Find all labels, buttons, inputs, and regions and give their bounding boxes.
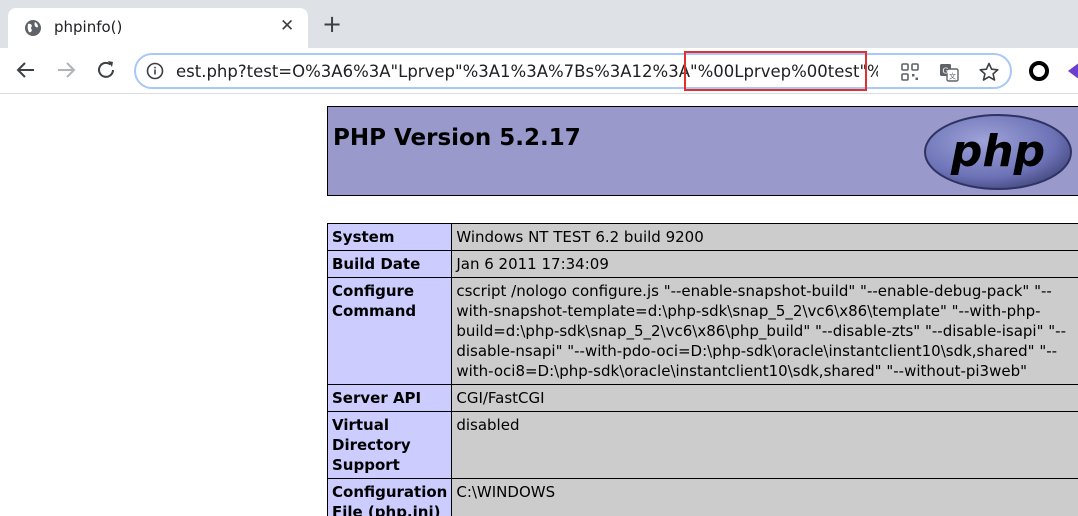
table-row: Build Date Jan 6 2011 17:34:09 [326, 250, 1078, 278]
back-arrow-icon[interactable] [14, 58, 38, 82]
row-value: CGI/FastCGI [456, 389, 545, 407]
table-row: Configuration File (php.ini) C:\WINDOWS [326, 478, 1078, 516]
row-key: Virtual Directory Support [326, 411, 453, 479]
table-row: Server API CGI/FastCGI [326, 384, 1078, 412]
address-bar[interactable]: est.php?test=O%3A6%3A"Lprvep"%3A1%3A%7Bs… [134, 53, 1012, 89]
url-highlight-box [684, 51, 867, 91]
page-content: PHP Version 5.2.17 php System Windows NT … [0, 95, 1078, 516]
row-value-cell: disabled [451, 411, 1078, 479]
row-value: disabled [456, 416, 520, 434]
row-value-cell: C:\WINDOWS [451, 478, 1078, 516]
row-key: Server API [326, 384, 453, 412]
tab-phpinfo[interactable]: phpinfo() ✕ [8, 8, 308, 48]
row-value-cell: Windows NT TEST 6.2 build 9200 [451, 223, 1078, 251]
php-logo: php [924, 114, 1072, 190]
php-version-title: PHP Version 5.2.17 [333, 125, 581, 151]
row-value: Windows NT TEST 6.2 build 9200 [456, 228, 704, 246]
extension-purple-icon[interactable] [1066, 60, 1078, 82]
row-key: System [326, 223, 453, 251]
row-key: Build Date [326, 250, 453, 278]
info-icon[interactable] [146, 62, 164, 80]
new-tab-button[interactable]: + [322, 12, 342, 36]
table-row: Configure Command cscript /nologo configu… [326, 277, 1078, 385]
svg-text:G: G [942, 67, 948, 76]
row-key: Configuration File (php.ini) [326, 478, 453, 516]
extension-ring-icon[interactable] [1029, 61, 1049, 81]
row-value-cell: cscript /nologo configure.js "--enable-s… [451, 277, 1078, 385]
table-row: System Windows NT TEST 6.2 build 9200 [326, 223, 1078, 251]
tab-title: phpinfo() [54, 18, 123, 36]
tab-strip: phpinfo() ✕ + [0, 0, 1078, 48]
forward-arrow-icon[interactable] [54, 58, 78, 82]
translate-icon[interactable]: G 文 [938, 61, 960, 83]
reload-icon[interactable] [94, 58, 118, 82]
php-logo-text: php [950, 126, 1045, 177]
close-icon[interactable]: ✕ [280, 16, 294, 36]
table-row: Virtual Directory Support disabled [326, 411, 1078, 479]
row-value: C:\WINDOWS [456, 483, 556, 501]
row-key: Configure Command [326, 277, 453, 385]
globe-icon [25, 20, 41, 36]
php-info-table: System Windows NT TEST 6.2 build 9200 Buil… [326, 223, 1078, 516]
bookmark-star-icon[interactable] [978, 61, 1000, 83]
svg-text:文: 文 [949, 72, 956, 81]
row-value-cell: CGI/FastCGI [451, 384, 1078, 412]
php-version-header: PHP Version 5.2.17 php [327, 106, 1078, 196]
row-value: Jan 6 2011 17:34:09 [456, 255, 609, 273]
browser-toolbar: est.php?test=O%3A6%3A"Lprvep"%3A1%3A%7Bs… [0, 48, 1078, 94]
row-value: cscript /nologo configure.js "--enable-s… [456, 282, 1066, 380]
row-value-cell: Jan 6 2011 17:34:09 [451, 250, 1078, 278]
qr-code-icon[interactable] [899, 61, 921, 83]
